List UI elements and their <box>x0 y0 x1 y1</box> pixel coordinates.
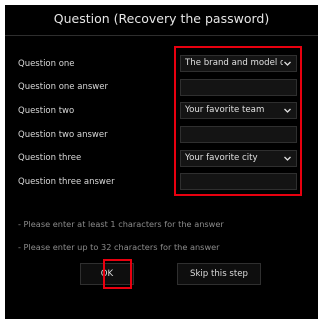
question-three-label: Question three <box>18 153 82 163</box>
ok-highlight-box <box>103 259 132 289</box>
question-two-answer-label: Question two answer <box>18 130 108 140</box>
max-length-note: - Please enter up to 32 characters for t… <box>18 242 220 252</box>
question-two-label: Question two <box>18 106 75 116</box>
title-divider <box>5 35 318 36</box>
fields-highlight-box <box>174 46 302 196</box>
skip-button[interactable]: Skip this step <box>177 263 261 285</box>
password-recovery-dialog: Question (Recovery the password) Questio… <box>5 5 318 319</box>
question-one-label: Question one <box>18 59 75 69</box>
question-one-answer-label: Question one answer <box>18 82 108 92</box>
question-three-answer-label: Question three answer <box>18 177 115 187</box>
min-length-note: - Please enter at least 1 characters for… <box>18 219 224 229</box>
dialog-title: Question (Recovery the password) <box>53 11 270 26</box>
